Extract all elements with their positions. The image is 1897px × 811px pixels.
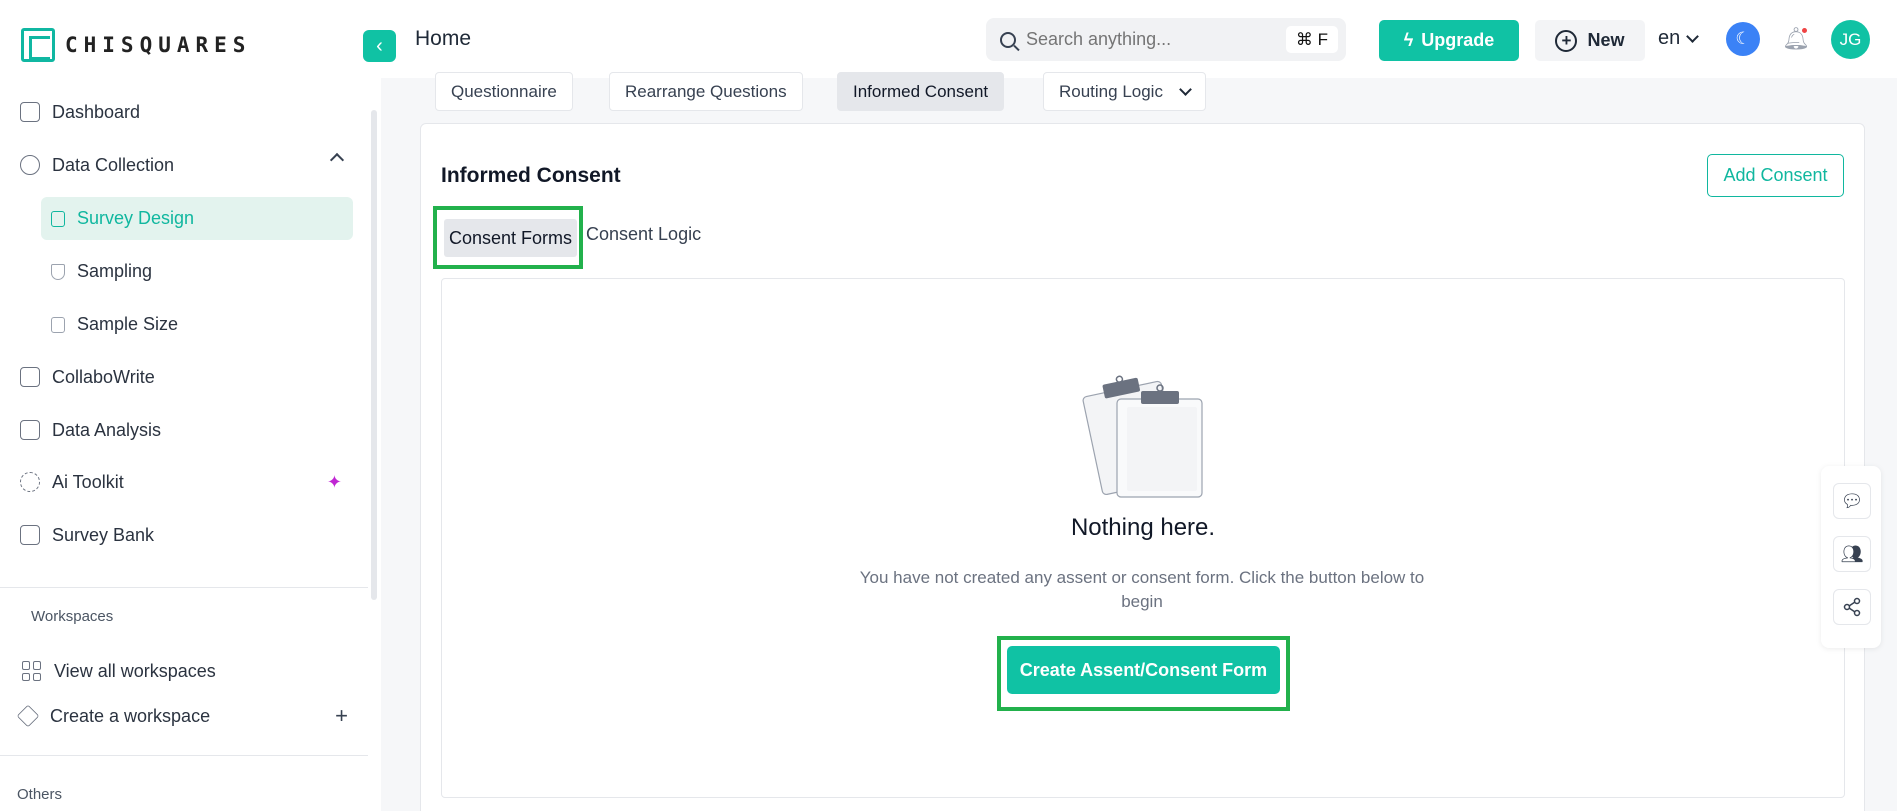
share-icon: [1843, 597, 1861, 617]
sidebar-item-label: CollaboWrite: [52, 366, 155, 387]
layers-icon: [16, 704, 40, 728]
create-consent-form-button[interactable]: Create Assent/Consent Form: [1007, 646, 1280, 694]
dark-mode-toggle[interactable]: ☾: [1726, 22, 1760, 56]
highlight-frame: Consent Forms: [433, 206, 583, 269]
tab-informed-consent[interactable]: Informed Consent: [837, 72, 1005, 111]
section-title: Informed Consent: [441, 164, 621, 187]
page-title: Home: [415, 27, 472, 50]
search-bar[interactable]: ⌘ F: [986, 18, 1346, 61]
home-icon: [20, 102, 40, 122]
tab-questionnaire[interactable]: Questionnaire: [435, 72, 573, 111]
magic-wand-icon: ✦: [326, 471, 342, 492]
tab-consent-logic[interactable]: Consent Logic: [586, 224, 701, 245]
chevron-up-icon: [329, 152, 345, 168]
chevron-left-icon: ‹: [376, 34, 383, 57]
list-icon: [20, 525, 40, 545]
view-all-workspaces-link[interactable]: View all workspaces: [22, 654, 352, 688]
avatar[interactable]: JG: [1831, 20, 1870, 59]
notifications-button[interactable]: 🔔︎: [1781, 24, 1811, 54]
view-all-workspaces-label: View all workspaces: [54, 660, 216, 681]
empty-state-title: Nothing here.: [1070, 514, 1216, 541]
brand-logo[interactable]: CHISQUARES: [21, 28, 251, 62]
sidebar-item-collabowrite[interactable]: CollaboWrite: [20, 357, 352, 397]
sidebar-item-data-collection[interactable]: Data Collection: [20, 145, 352, 185]
create-workspace-label: Create a workspace: [50, 705, 211, 726]
sidebar-item-sample-size[interactable]: Sample Size: [41, 303, 353, 346]
plus-icon[interactable]: +: [335, 703, 348, 729]
calculator-icon: [51, 316, 65, 333]
sparkle-icon: [20, 472, 40, 492]
share-button[interactable]: [1833, 589, 1871, 625]
upgrade-label: Upgrade: [1421, 30, 1495, 50]
logo-icon: [21, 28, 55, 62]
lightning-icon: ϟ: [1403, 30, 1414, 50]
sidebar-item-survey-bank[interactable]: Survey Bank: [20, 515, 352, 555]
empty-state-description: You have not created any assent or conse…: [859, 568, 1425, 611]
sidebar-divider: [0, 755, 368, 756]
collaborators-button[interactable]: 👥︎: [1833, 536, 1871, 572]
new-button[interactable]: + New: [1535, 20, 1645, 61]
tab-routing-logic-label: Routing Logic: [1059, 81, 1163, 101]
sidebar-item-data-analysis[interactable]: Data Analysis: [20, 410, 352, 450]
clipboard-illustration-icon: [1082, 375, 1203, 498]
empty-state: Nothing here. You have not created any a…: [441, 278, 1845, 798]
moon-icon: ☾: [1735, 29, 1751, 48]
add-consent-button[interactable]: Add Consent: [1707, 154, 1844, 197]
sidebar-divider: [0, 587, 368, 588]
comments-button[interactable]: 💬︎: [1833, 483, 1871, 519]
language-selector[interactable]: en: [1658, 27, 1700, 50]
clipboard-icon: [51, 210, 65, 227]
search-input[interactable]: [1026, 29, 1276, 50]
workspaces-label: Workspaces: [31, 608, 114, 625]
sidebar-item-label: Sample Size: [77, 314, 179, 334]
sidebar-item-label: Dashboard: [52, 101, 141, 122]
collapse-sidebar-button[interactable]: ‹: [363, 30, 396, 62]
users-icon: 👥︎: [1840, 543, 1864, 564]
chevron-down-icon: [1179, 82, 1192, 96]
others-label: Others: [17, 786, 63, 803]
sidebar: CHISQUARES Dashboard Data Collection Sur…: [0, 0, 381, 811]
tab-routing-logic[interactable]: Routing Logic: [1043, 72, 1206, 111]
sidebar-item-survey-design[interactable]: Survey Design: [41, 197, 353, 240]
language-value: en: [1658, 27, 1681, 49]
funnel-icon: [51, 263, 65, 280]
sidebar-item-label: Survey Design: [77, 208, 195, 228]
sidebar-scrollbar[interactable]: [371, 110, 377, 600]
sidebar-item-label: Data Collection: [52, 154, 175, 175]
new-label: New: [1587, 30, 1625, 50]
tab-consent-forms[interactable]: Consent Forms: [444, 219, 578, 257]
notification-dot: [1800, 26, 1809, 35]
tab-rearrange-questions[interactable]: Rearrange Questions: [609, 72, 803, 111]
brand-name: CHISQUARES: [65, 33, 252, 57]
search-icon: [1000, 31, 1016, 48]
informed-consent-panel: Informed Consent Add Consent Consent For…: [420, 123, 1865, 811]
sidebar-item-label: Data Analysis: [52, 419, 162, 440]
chevron-down-icon: [1686, 29, 1700, 43]
grid-icon: [22, 661, 42, 681]
upgrade-button[interactable]: ϟ Upgrade: [1379, 20, 1519, 61]
highlight-frame: Create Assent/Consent Form: [997, 636, 1290, 711]
plus-circle-icon: +: [1555, 29, 1578, 52]
data-collection-icon: [20, 155, 40, 175]
floating-action-rail: 💬︎ 👥︎: [1821, 466, 1881, 648]
sidebar-item-label: Survey Bank: [52, 524, 155, 545]
sidebar-item-ai-toolkit[interactable]: Ai Toolkit ✦: [20, 462, 352, 502]
top-header: Home ⌘ F ϟ Upgrade + New en ☾ 🔔︎ JG: [381, 0, 1897, 78]
create-workspace-link[interactable]: Create a workspace +: [16, 699, 348, 733]
chart-icon: [20, 367, 40, 387]
chat-bubble-icon: 💬︎: [1840, 490, 1864, 511]
sidebar-item-sampling[interactable]: Sampling: [41, 250, 353, 293]
sidebar-item-label: Ai Toolkit: [52, 471, 124, 492]
search-shortcut-badge: ⌘ F: [1285, 26, 1338, 53]
table-icon: [20, 420, 40, 440]
sidebar-item-label: Sampling: [77, 261, 153, 281]
sidebar-item-dashboard[interactable]: Dashboard: [20, 92, 352, 132]
